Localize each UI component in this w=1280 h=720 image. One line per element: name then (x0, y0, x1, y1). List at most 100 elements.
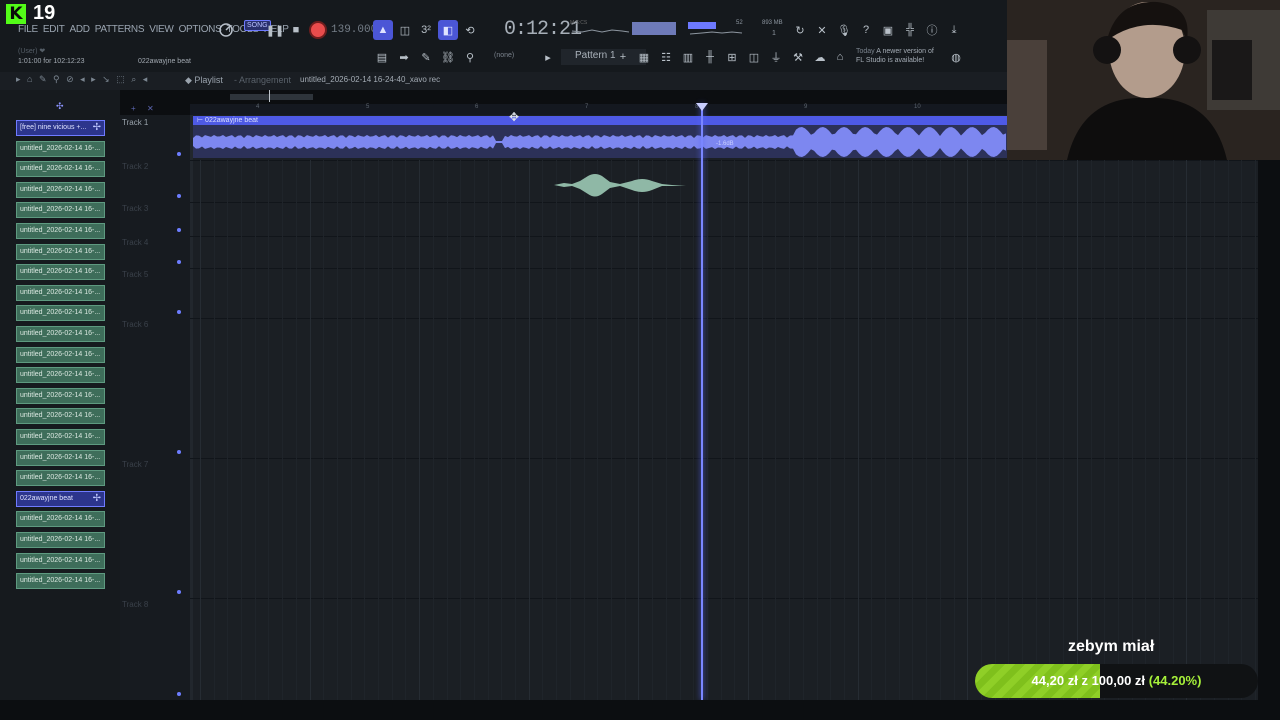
wrench-icon[interactable]: ⚒ (788, 47, 808, 67)
track-active-indicator[interactable] (177, 310, 181, 314)
track-active-indicator[interactable] (177, 228, 181, 232)
clip-item[interactable]: untitled_2026-02-14 16-... (16, 449, 105, 466)
cart-icon[interactable]: ⌂ (830, 47, 850, 67)
track-active-indicator[interactable] (177, 450, 181, 454)
none-selector[interactable]: (none) (494, 52, 514, 59)
clip-item[interactable]: untitled_2026-02-14 16-... (16, 161, 105, 178)
menu-add[interactable]: ADD (70, 24, 91, 35)
mixer-view-icon[interactable]: ╫ (700, 47, 720, 67)
cpu-dial-icon[interactable] (216, 20, 236, 40)
beat-line (858, 160, 859, 700)
track-label[interactable]: Track 5 (122, 270, 148, 279)
link-icon[interactable]: ⛓ (438, 47, 458, 67)
clip-item[interactable]: untitled_2026-02-14 16-... (16, 429, 105, 445)
tempo-display[interactable]: 139.000 (331, 24, 377, 36)
menu-edit[interactable]: EDIT (43, 24, 65, 35)
clip-item[interactable]: untitled_2026-02-14 16-... (16, 284, 105, 301)
clip-item[interactable]: untitled_2026-02-14 16-... (16, 326, 105, 342)
menu-view[interactable]: VIEW (149, 24, 174, 35)
clip-item[interactable]: untitled_2026-02-14 16-... (16, 408, 105, 425)
track-label[interactable]: Track 6 (122, 320, 148, 329)
plug-icon[interactable]: ⏚ (766, 47, 786, 67)
track-active-indicator[interactable] (177, 152, 181, 156)
arrow-icon[interactable]: ➡ (394, 47, 414, 67)
clip-item[interactable]: [free] nine vicious +... ✢ (16, 120, 105, 136)
info-icon[interactable]: ⓘ (922, 20, 942, 40)
audio-clip-header[interactable]: ⊢ 022awayjne beat (193, 116, 1007, 125)
browser-icon[interactable]: ⊞ (722, 47, 742, 67)
track-label[interactable]: Track 1 (122, 118, 148, 127)
clip-item[interactable]: untitled_2026-02-14 16-... (16, 264, 105, 281)
clip-label: untitled_2026-02-14 16-... (20, 268, 101, 276)
volume-label: -1.6dB (716, 141, 734, 147)
loop-record-icon[interactable]: ⟲ (460, 20, 480, 40)
track-label[interactable]: Track 2 (122, 162, 148, 171)
clip-item[interactable]: untitled_2026-02-14 16-... (16, 346, 105, 363)
sidebar-close-icon[interactable]: ✕ (147, 104, 154, 113)
track-active-indicator[interactable] (177, 590, 181, 594)
metronome-icon[interactable]: ▲ (373, 20, 393, 40)
track-active-indicator[interactable] (177, 194, 181, 198)
record-button[interactable] (309, 21, 327, 39)
menu-file[interactable]: FILE (18, 24, 38, 35)
track-active-indicator[interactable] (177, 692, 181, 696)
stamp-icon[interactable]: ⚲ (460, 47, 480, 67)
clip-item[interactable]: untitled_2026-02-14 16-... (16, 140, 105, 157)
playlist-icon[interactable]: ▦ (634, 47, 654, 67)
update-notice[interactable]: Today A newer version of FL Studio is av… (856, 47, 934, 65)
track-active-indicator[interactable] (177, 260, 181, 264)
sidebar-snap-icon[interactable]: ✣ (56, 101, 64, 112)
clip-drag-icon[interactable]: ✢ (93, 493, 101, 504)
playlist-tools-icons[interactable]: ▸ ⌂ ✎ ⚲ ⊘ ◂ ▸ ↘ ⬚ ⌕ ◂ (16, 74, 149, 85)
playhead-marker[interactable] (696, 103, 708, 111)
mixer-icon[interactable]: ╬ (900, 20, 920, 40)
keyboard-icon[interactable]: ▤ (372, 47, 392, 67)
clip-item[interactable]: untitled_2026-02-14 16-... (16, 511, 105, 528)
menu-patterns[interactable]: PATTERNS (95, 24, 145, 35)
save-icon[interactable]: ▣ (878, 20, 898, 40)
mic-icon[interactable]: 🎙 (834, 20, 854, 40)
clip-drag-icon[interactable]: ✢ (93, 122, 101, 133)
clip-item[interactable]: untitled_2026-02-14 16-... (16, 223, 105, 239)
track-label[interactable]: Track 3 (122, 204, 148, 213)
add-pattern-icon[interactable]: + (613, 47, 633, 67)
track-label[interactable]: Track 7 (122, 460, 148, 469)
pencil-icon[interactable]: ✎ (416, 47, 436, 67)
help-icon[interactable]: ? (856, 20, 876, 40)
stop-icon[interactable]: ■ (286, 20, 306, 40)
clip-item[interactable]: untitled_2026-02-14 16-... (16, 305, 105, 322)
clip-item[interactable]: untitled_2026-02-14 16-... (16, 470, 105, 487)
horizontal-scrollbar[interactable] (230, 94, 313, 100)
clip-item[interactable]: untitled_2026-02-14 16-... (16, 367, 105, 384)
plugin-icon[interactable]: ◫ (744, 47, 764, 67)
beat-line (323, 160, 324, 700)
tools-icon[interactable]: ✕ (812, 20, 832, 40)
step-edit-icon[interactable]: ◧ (438, 20, 458, 40)
clip-item[interactable]: untitled_2026-02-14 16-... (16, 243, 105, 260)
beat-line (460, 160, 461, 700)
clip-item[interactable]: untitled_2026-02-14 16-... (16, 387, 105, 404)
sidebar-add-icon[interactable]: + (131, 104, 136, 113)
countdown-icon[interactable]: 3² (416, 20, 436, 40)
cloud-icon[interactable]: ☁ (810, 47, 830, 67)
clip-item[interactable]: untitled_2026-02-14 16-... (16, 552, 105, 569)
clip-item[interactable]: untitled_2026-02-14 16-... (16, 202, 105, 219)
clip-label: untitled_2026-02-14 16-... (20, 185, 101, 193)
pause-icon[interactable]: ❚❚ (265, 20, 285, 40)
globe-icon[interactable]: ◍ (946, 47, 966, 67)
wait-icon[interactable]: ◫ (395, 20, 415, 40)
clip-item[interactable]: 022awayjne beat ✢ (16, 490, 105, 507)
piano-roll-icon[interactable]: ▥ (678, 47, 698, 67)
channel-rack-icon[interactable]: ☷ (656, 47, 676, 67)
pattern-arrow-icon[interactable]: ▸ (538, 47, 558, 67)
undo-icon[interactable]: ↻ (790, 20, 810, 40)
playhead[interactable] (701, 103, 703, 700)
clip-item[interactable]: untitled_2026-02-14 16-... (16, 573, 105, 590)
clip-item[interactable]: untitled_2026-02-14 16-... (16, 532, 105, 548)
track-label[interactable]: Track 8 (122, 600, 148, 609)
vocal-clip-waveform[interactable] (550, 172, 690, 198)
clip-item[interactable]: untitled_2026-02-14 16-... (16, 181, 105, 198)
track-label[interactable]: Track 4 (122, 238, 148, 247)
beat-line (337, 160, 338, 700)
download-icon[interactable]: ⤓ (944, 20, 964, 40)
